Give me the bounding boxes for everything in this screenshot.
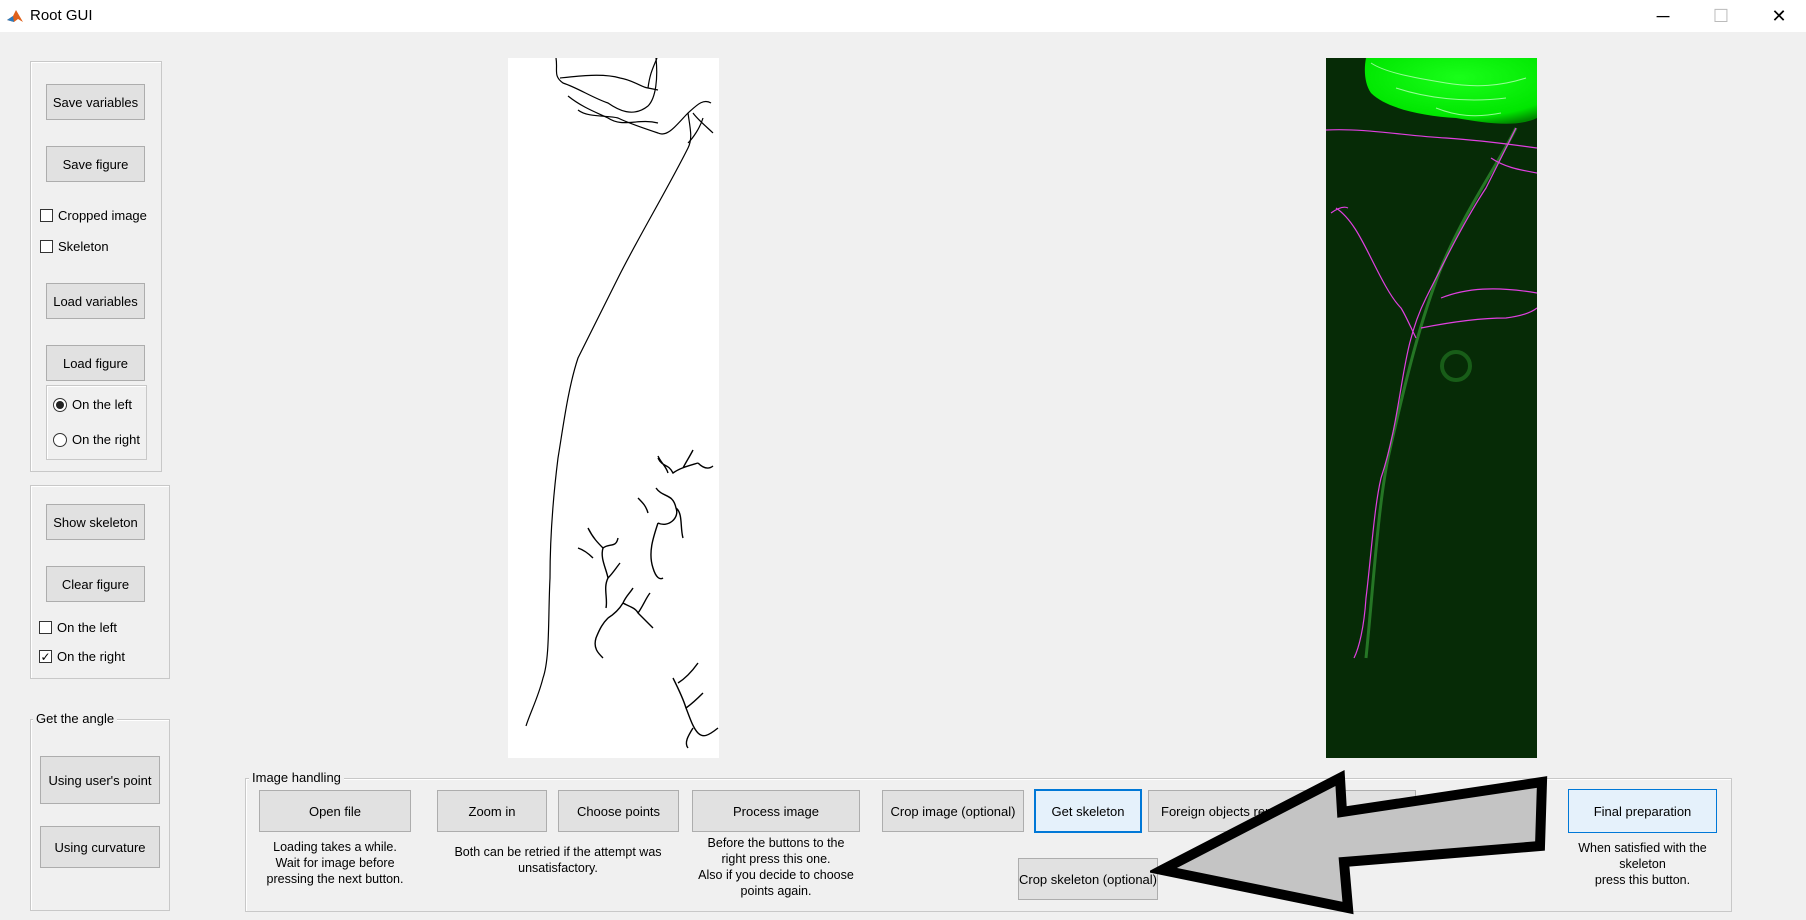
open-file-note: Loading takes a while. Wait for image be…: [245, 839, 425, 887]
checkbox-box[interactable]: [40, 240, 53, 253]
zoom-in-button[interactable]: Zoom in: [437, 790, 547, 832]
note-line: When satisfied with the: [1578, 841, 1707, 855]
clear-figure-button[interactable]: Clear figure: [46, 566, 145, 602]
retry-note: Both can be retried if the attempt was u…: [437, 844, 679, 876]
annotation-arrow-icon: [1150, 770, 1548, 915]
crop-skeleton-button[interactable]: Crop skeleton (optional): [1018, 858, 1158, 900]
note-line: Loading takes a while.: [273, 840, 397, 854]
note-line: pressing the next button.: [266, 872, 404, 886]
load-on-left-radio[interactable]: On the left: [53, 397, 132, 412]
note-line: unsatisfactory.: [518, 861, 598, 875]
window-title: Root GUI: [30, 7, 93, 24]
checkbox-label: Skeleton: [58, 239, 109, 254]
note-line: Wait for image before: [275, 856, 395, 870]
checkbox-label: On the left: [57, 620, 117, 635]
get-skeleton-button[interactable]: Get skeleton: [1034, 789, 1142, 833]
using-curvature-button[interactable]: Using curvature: [40, 826, 160, 868]
note-line: points again.: [740, 884, 812, 898]
note-line: Also if you decide to choose: [698, 868, 854, 882]
using-users-point-button[interactable]: Using user's point: [40, 756, 160, 804]
checkbox-label: Cropped image: [58, 208, 147, 223]
note-line: Before the buttons to the: [707, 836, 845, 850]
note-line: Both can be retried if the attempt was: [454, 845, 662, 859]
open-file-button[interactable]: Open file: [259, 790, 411, 832]
show-skeleton-button[interactable]: Show skeleton: [46, 504, 145, 540]
radio-label: On the right: [72, 432, 140, 447]
angle-panel-title: Get the angle: [33, 711, 118, 726]
matlab-logo-icon: [6, 7, 24, 25]
note-line: press this button.: [1594, 873, 1691, 887]
skeleton-on-left-checkbox[interactable]: On the left: [39, 620, 117, 635]
checkbox-box[interactable]: [40, 209, 53, 222]
note-line: right press this one.: [721, 852, 831, 866]
checkbox-checked[interactable]: ✓: [39, 650, 52, 663]
load-variables-button[interactable]: Load variables: [46, 283, 145, 319]
choose-points-button[interactable]: Choose points: [558, 790, 679, 832]
title-bar: [0, 0, 1806, 32]
save-figure-button[interactable]: Save figure: [46, 146, 145, 182]
process-image-button[interactable]: Process image: [692, 790, 860, 832]
cropped-image-checkbox[interactable]: Cropped image: [40, 208, 147, 223]
radio-label: On the left: [72, 397, 132, 412]
save-variables-button[interactable]: Save variables: [46, 84, 145, 120]
note-line: skeleton: [1619, 857, 1666, 871]
process-note: Before the buttons to the right press th…: [692, 835, 860, 899]
angle-panel: [30, 719, 170, 911]
fluorescence-image-right: [1326, 58, 1537, 758]
close-icon[interactable]: ✕: [1750, 0, 1806, 32]
load-on-right-radio[interactable]: On the right: [53, 432, 140, 447]
checkbox-label: On the right: [57, 649, 125, 664]
crop-image-button[interactable]: Crop image (optional): [882, 790, 1024, 832]
checkbox-box[interactable]: [39, 621, 52, 634]
final-preparation-button[interactable]: Final preparation: [1568, 789, 1717, 833]
minimize-icon[interactable]: ─: [1634, 0, 1692, 32]
load-figure-button[interactable]: Load figure: [46, 345, 145, 381]
skeleton-checkbox[interactable]: Skeleton: [40, 239, 109, 254]
radio-unselected[interactable]: [53, 432, 67, 447]
image-handling-title: Image handling: [249, 770, 344, 785]
radio-selected[interactable]: [53, 397, 67, 412]
maximize-icon[interactable]: ☐: [1692, 0, 1750, 32]
skeleton-image-left: [508, 58, 719, 758]
final-note: When satisfied with the skeleton press t…: [1560, 840, 1725, 888]
skeleton-on-right-checkbox[interactable]: ✓ On the right: [39, 649, 125, 664]
